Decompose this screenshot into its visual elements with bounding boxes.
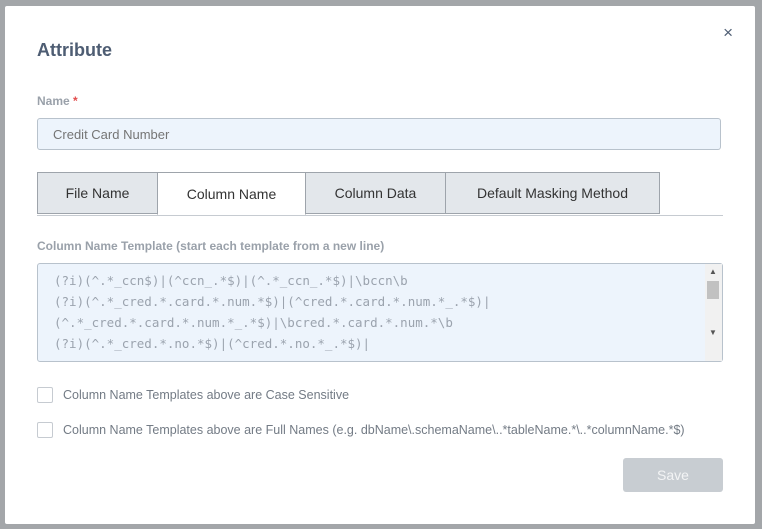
scrollbar-thumb[interactable] bbox=[707, 281, 719, 299]
scroll-up-icon[interactable]: ▲ bbox=[709, 267, 717, 276]
attribute-dialog: Attribute × Name * File Name Column Name… bbox=[5, 6, 755, 524]
tab-column-data[interactable]: Column Data bbox=[305, 172, 446, 214]
tab-bar: File Name Column Name Column Data Defaul… bbox=[37, 172, 723, 216]
tab-column-name[interactable]: Column Name bbox=[157, 172, 306, 215]
full-names-option[interactable]: Column Name Templates above are Full Nam… bbox=[37, 422, 685, 438]
tab-file-name[interactable]: File Name bbox=[37, 172, 158, 214]
case-sensitive-option[interactable]: Column Name Templates above are Case Sen… bbox=[37, 387, 349, 403]
close-icon[interactable]: × bbox=[723, 23, 733, 43]
required-mark: * bbox=[73, 94, 78, 108]
textarea-scrollbar[interactable]: ▲ ▼ bbox=[705, 264, 722, 361]
tab-default-masking-method[interactable]: Default Masking Method bbox=[445, 172, 660, 214]
save-button[interactable]: Save bbox=[623, 458, 723, 492]
full-names-label: Column Name Templates above are Full Nam… bbox=[63, 423, 685, 437]
column-name-template-textarea[interactable]: (?i)(^.*_ccn$)|(^ccn_.*$)|(^.*_ccn_.*$)|… bbox=[37, 263, 723, 362]
full-names-checkbox[interactable] bbox=[37, 422, 53, 438]
case-sensitive-label: Column Name Templates above are Case Sen… bbox=[63, 388, 350, 402]
name-label: Name * bbox=[37, 94, 78, 108]
template-label: Column Name Template (start each templat… bbox=[37, 239, 385, 253]
dialog-title: Attribute bbox=[37, 40, 112, 60]
name-input[interactable] bbox=[37, 118, 721, 150]
case-sensitive-checkbox[interactable] bbox=[37, 387, 53, 403]
scroll-down-icon[interactable]: ▼ bbox=[709, 328, 717, 337]
name-label-text: Name bbox=[37, 94, 70, 108]
